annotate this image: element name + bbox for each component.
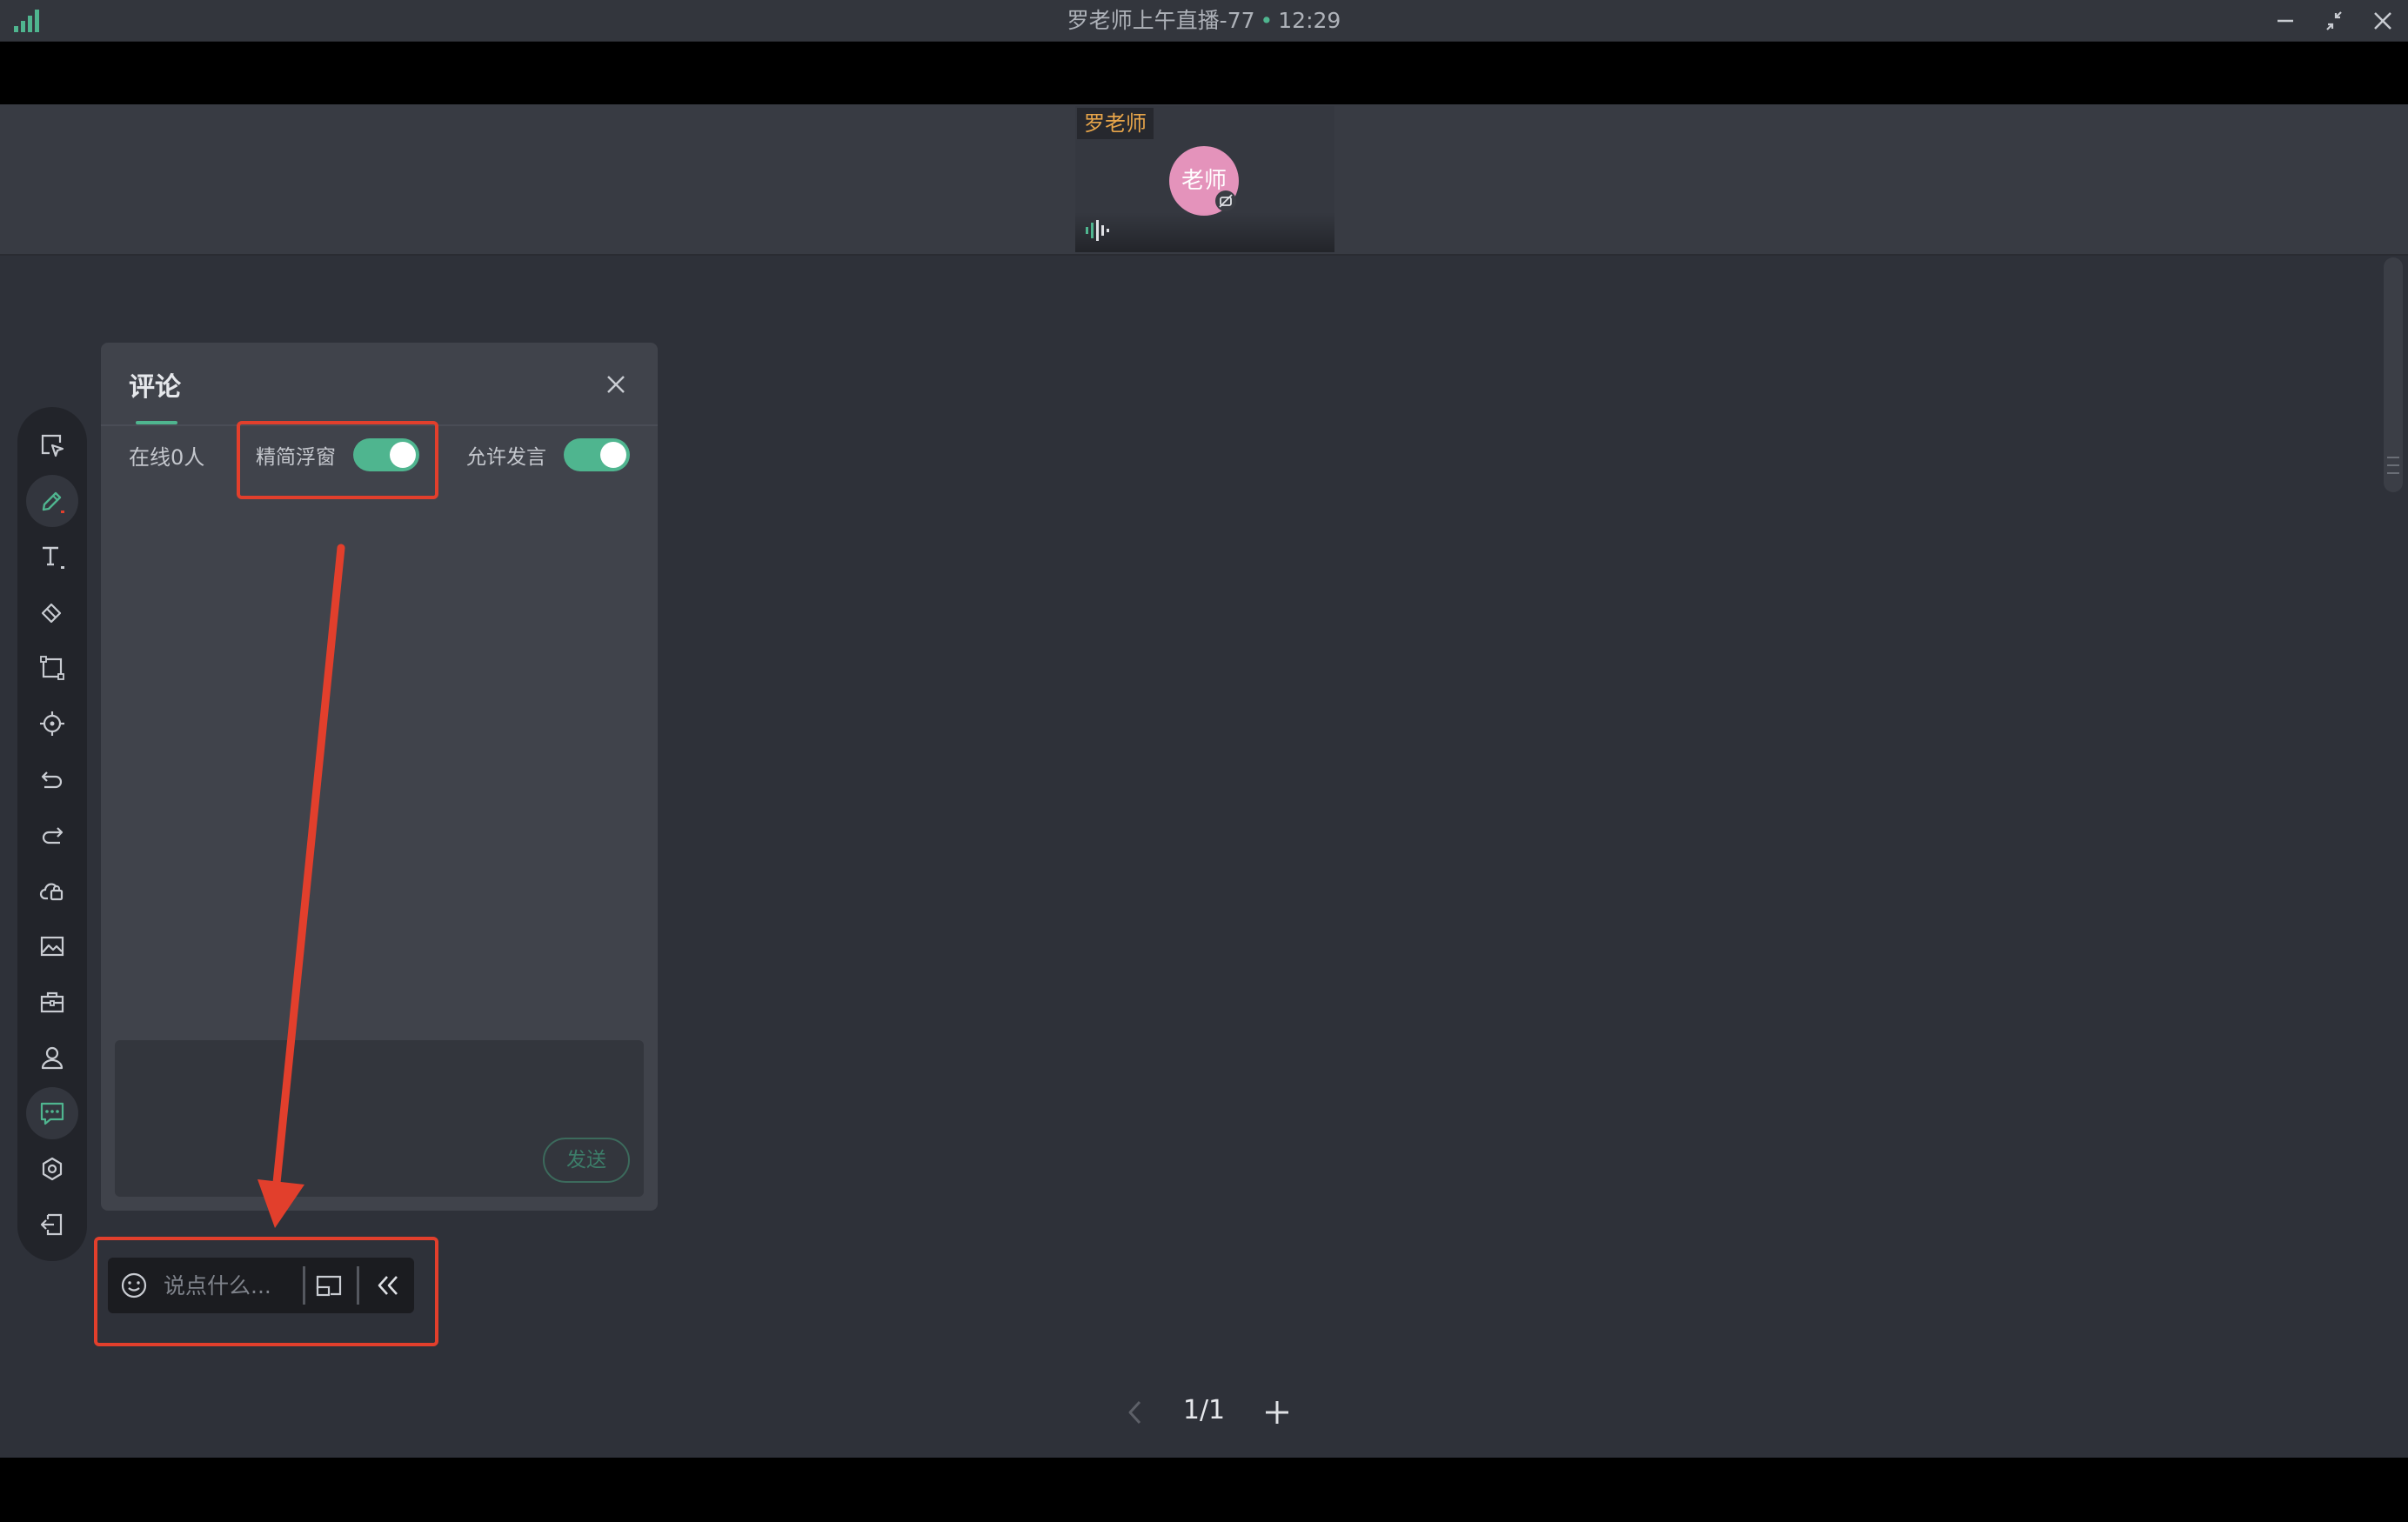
camera-off-icon	[1215, 190, 1236, 211]
close-window-icon[interactable]	[2368, 7, 2398, 35]
redo-icon	[42, 827, 64, 844]
chevron-left-icon[interactable]	[1122, 1395, 1148, 1430]
tool-redo[interactable]	[26, 809, 78, 861]
scroll-grip-icon[interactable]	[2385, 444, 2401, 487]
annotation-highlight-floatbar	[94, 1237, 438, 1346]
tool-toolbox[interactable]	[26, 976, 78, 1028]
tool-text[interactable]	[26, 531, 78, 583]
page-number: 1/1	[1182, 1395, 1226, 1425]
close-icon[interactable]	[602, 370, 630, 398]
add-page-icon[interactable]	[1261, 1395, 1293, 1430]
allow-speak-label: 允许发言	[466, 446, 546, 469]
text-icon	[43, 546, 64, 569]
exit-icon	[40, 1213, 63, 1236]
video-tile-shade	[1075, 212, 1334, 252]
annotation-highlight-toggle	[237, 421, 438, 499]
pen-icon	[42, 491, 64, 513]
toggle-knob	[600, 442, 626, 468]
tool-cloud-drive[interactable]	[26, 864, 78, 917]
toolbox-icon	[40, 991, 64, 1013]
tool-eraser[interactable]	[26, 586, 78, 638]
minimize-icon[interactable]	[2271, 7, 2300, 35]
meeting-time: 12:29	[1278, 8, 1341, 33]
restore-window-icon[interactable]	[2319, 7, 2349, 35]
settings-icon	[42, 1157, 63, 1181]
tool-settings[interactable]	[26, 1143, 78, 1195]
title-separator: •	[1260, 8, 1274, 33]
tool-comment[interactable]	[26, 1087, 78, 1139]
tool-shape[interactable]	[26, 642, 78, 694]
select-icon	[41, 434, 64, 457]
tool-undo[interactable]	[26, 753, 78, 805]
window-title: 罗老师上午直播-77 • 12:29	[0, 0, 2408, 42]
panel-title: 评论	[129, 372, 181, 403]
tool-laser[interactable]	[26, 698, 78, 750]
undo-icon	[41, 771, 63, 789]
tool-image[interactable]	[26, 920, 78, 972]
send-button[interactable]: 发送	[543, 1138, 630, 1183]
tool-exit[interactable]	[26, 1198, 78, 1251]
audio-level-icon	[1086, 220, 1109, 241]
tool-users[interactable]	[26, 1031, 78, 1084]
online-count: 在线0人	[129, 445, 205, 470]
top-black-band	[0, 42, 2408, 104]
eraser-icon	[41, 603, 62, 624]
tool-pen[interactable]	[26, 475, 78, 527]
meeting-title: 罗老师上午直播-77	[1067, 8, 1255, 33]
users-icon	[41, 1046, 64, 1070]
bottom-black-band	[0, 1458, 2408, 1522]
laser-pointer-icon	[40, 711, 64, 736]
cloud-drive-icon	[39, 883, 64, 901]
comment-icon	[40, 1102, 64, 1125]
image-icon	[40, 936, 64, 957]
shape-icon	[40, 656, 64, 680]
allow-speak-toggle[interactable]	[564, 438, 630, 471]
tool-select[interactable]	[26, 419, 78, 471]
video-name-tag: 罗老师	[1077, 108, 1154, 139]
